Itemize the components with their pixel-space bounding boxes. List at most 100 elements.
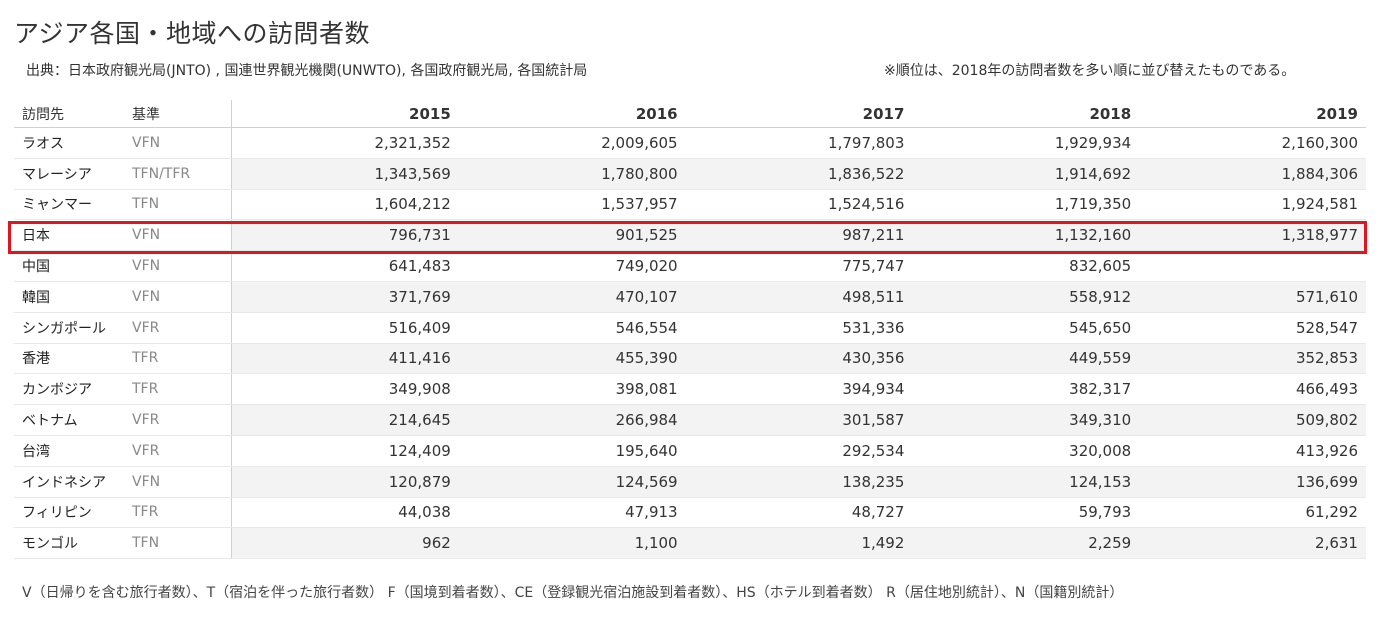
cell-visitors: 1,719,350 xyxy=(1054,195,1132,214)
cell-visitors: 266,984 xyxy=(615,411,678,430)
visitor-table: 訪問先 基準 2015 2016 2017 2018 2019 ラオス VFN 2,… xyxy=(14,100,1366,560)
cell-destination: フィリピン xyxy=(22,505,92,522)
cell-visitors: 413,926 xyxy=(1295,441,1358,460)
cell-visitors: 2,631 xyxy=(1315,534,1358,553)
cell-basis: VFN xyxy=(118,281,232,312)
legend-footnote: V（日帰りを含む旅行者数）、T（宿泊を伴った旅行者数） F（国境到着者数）、CE… xyxy=(22,585,1124,601)
cell-visitors: 124,409 xyxy=(388,441,451,460)
cell-visitors: 352,853 xyxy=(1295,349,1358,368)
table-row: カンボジア TFR 349,908 398,081 394,934 382,317 466,… xyxy=(14,374,1366,406)
cell-visitors: 398,081 xyxy=(615,380,678,399)
cell-visitors: 47,913 xyxy=(625,503,678,522)
header-year: 2017 xyxy=(862,104,905,123)
header-year: 2019 xyxy=(1316,104,1358,123)
header-destination: 訪問先 xyxy=(22,106,64,123)
cell-visitors: 832,605 xyxy=(1069,257,1132,276)
cell-destination: ラオス xyxy=(22,135,64,152)
cell-basis: VFR xyxy=(118,312,232,343)
cell-visitors: 498,511 xyxy=(842,287,905,306)
cell-visitors: 987,211 xyxy=(842,226,905,245)
table-row: ラオス VFN 2,321,352 2,009,605 1,797,803 1,929,9… xyxy=(14,128,1366,159)
cell-visitors: 2,259 xyxy=(1088,534,1132,553)
cell-basis: TFR xyxy=(118,343,232,374)
cell-visitors: 470,107 xyxy=(615,287,678,306)
table-row: 台湾 VFR 124,409 195,640 292,534 320,008 413,926 xyxy=(14,435,1366,467)
cell-visitors: 516,409 xyxy=(388,318,451,337)
cell-visitors xyxy=(1139,251,1366,281)
cell-visitors: 1,929,934 xyxy=(1054,133,1132,152)
cell-visitors: 1,914,692 xyxy=(1054,164,1132,183)
cell-visitors: 531,336 xyxy=(842,318,905,337)
cell-visitors: 1,780,800 xyxy=(601,164,678,183)
table-row: ミャンマー TFN 1,604,212 1,537,957 1,524,516 1,719… xyxy=(14,189,1366,221)
cell-visitors: 320,008 xyxy=(1069,441,1132,460)
cell-visitors: 136,699 xyxy=(1295,472,1358,491)
cell-basis: TFN xyxy=(118,528,232,559)
cell-visitors: 749,020 xyxy=(615,257,678,276)
cell-visitors: 138,235 xyxy=(842,472,905,491)
cell-visitors: 571,610 xyxy=(1295,287,1358,306)
cell-visitors: 449,559 xyxy=(1069,349,1132,368)
header-year: 2016 xyxy=(635,104,678,123)
source-text: 出典：日本政府観光局(JNTO) , 国連世界観光機関(UNWTO), 各国政府… xyxy=(26,63,588,79)
cell-basis: VFR xyxy=(118,405,232,435)
cell-destination: カンボジア xyxy=(22,382,92,399)
table-row: ベトナム VFR 214,645 266,984 301,587 349,310 509,8… xyxy=(14,405,1366,436)
page-title: アジア各国・地域への訪問者数 xyxy=(14,19,371,48)
cell-visitors: 962 xyxy=(422,534,451,553)
cell-visitors: 528,547 xyxy=(1295,318,1358,337)
table-body: ラオス VFN 2,321,352 2,009,605 1,797,803 1,929,9… xyxy=(14,128,1366,560)
cell-visitors: 1,100 xyxy=(634,534,678,553)
cell-visitors: 61,292 xyxy=(1305,503,1358,522)
cell-visitors: 466,493 xyxy=(1295,380,1358,399)
cell-destination: 香港 xyxy=(14,343,118,374)
cell-visitors: 455,390 xyxy=(615,349,678,368)
cell-basis: VFN xyxy=(118,128,232,158)
table-row: インドネシア VFN 120,879 124,569 138,235 124,153 136… xyxy=(14,466,1366,498)
table-row: シンガポール VFR 516,409 546,554 531,336 545,650 528… xyxy=(14,312,1366,344)
cell-destination: 台湾 xyxy=(22,443,50,460)
cell-visitors: 195,640 xyxy=(615,441,678,460)
cell-visitors: 349,908 xyxy=(388,380,451,399)
cell-destination: 中国 xyxy=(22,259,50,276)
cell-destination: モンゴル xyxy=(14,528,118,559)
sort-note: ※順位は、2018年の訪問者数を多い順に並び替えたものである。 xyxy=(884,63,1296,79)
cell-visitors: 546,554 xyxy=(615,318,678,337)
cell-visitors: 1,884,306 xyxy=(1281,164,1358,183)
cell-basis: TFN/TFR xyxy=(118,158,232,189)
cell-visitors: 371,769 xyxy=(388,287,451,306)
cell-destination: インドネシア xyxy=(14,466,118,497)
cell-basis: VFN xyxy=(118,466,232,497)
cell-visitors: 2,321,352 xyxy=(374,133,451,152)
cell-visitors: 1,492 xyxy=(861,534,905,553)
cell-visitors: 901,525 xyxy=(615,226,678,245)
cell-visitors: 44,038 xyxy=(398,503,451,522)
cell-visitors: 1,924,581 xyxy=(1281,195,1358,214)
cell-visitors: 124,569 xyxy=(615,472,678,491)
cell-visitors: 120,879 xyxy=(388,472,451,491)
cell-basis: VFN xyxy=(118,220,232,251)
header-basis: 基準 xyxy=(118,100,232,127)
table-row: モンゴル TFN 962 1,100 1,492 2,259 2,631 xyxy=(14,528,1366,560)
cell-destination: 日本 xyxy=(14,220,118,251)
cell-visitors: 292,534 xyxy=(842,441,905,460)
header-year: 2015 xyxy=(409,104,451,123)
table-row: フィリピン TFR 44,038 47,913 48,727 59,793 61,292 xyxy=(14,497,1366,529)
table-row: マレーシア TFN/TFR 1,343,569 1,780,800 1,836,522 1… xyxy=(14,158,1366,190)
table-header: 訪問先 基準 2015 2016 2017 2018 2019 xyxy=(14,100,1366,128)
cell-basis: TFR xyxy=(118,374,232,405)
cell-destination: シンガポール xyxy=(22,320,106,337)
cell-visitors: 2,160,300 xyxy=(1281,133,1358,152)
table-row: 香港 TFR 411,416 455,390 430,356 449,559 352,853 xyxy=(14,343,1366,375)
header-year: 2018 xyxy=(1089,104,1132,123)
cell-visitors: 214,645 xyxy=(388,411,451,430)
cell-visitors: 545,650 xyxy=(1069,318,1132,337)
cell-visitors: 349,310 xyxy=(1069,411,1132,430)
cell-visitors: 411,416 xyxy=(388,349,451,368)
cell-visitors: 509,802 xyxy=(1295,411,1358,430)
cell-visitors: 1,836,522 xyxy=(828,164,905,183)
cell-visitors: 775,747 xyxy=(842,257,905,276)
cell-visitors: 124,153 xyxy=(1069,472,1132,491)
cell-visitors: 796,731 xyxy=(388,226,451,245)
cell-visitors: 2,009,605 xyxy=(601,133,678,152)
